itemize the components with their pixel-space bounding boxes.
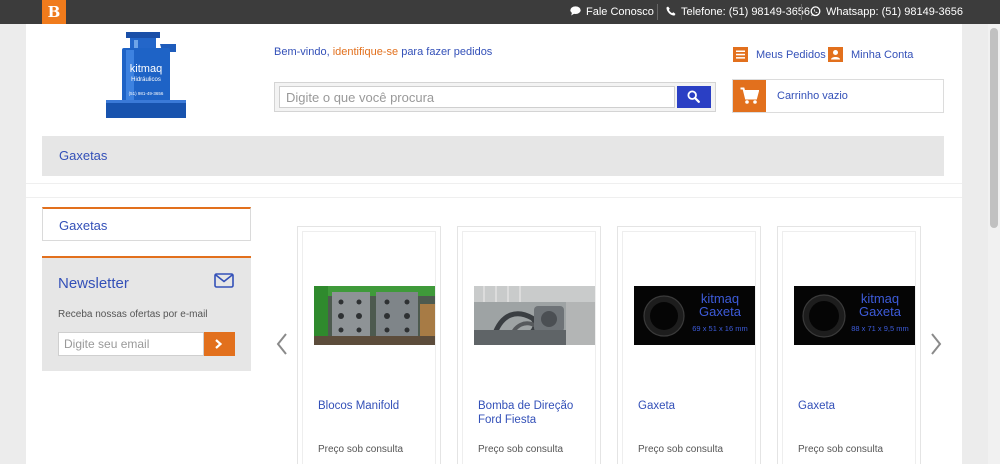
newsletter-email-input[interactable] <box>58 332 204 356</box>
gasket-image-dimensions: 69 x 51 x 16 mm <box>692 324 747 333</box>
product-image-manifold[interactable] <box>314 286 435 345</box>
product-card[interactable]: Blocos Manifold Preço sob consulta <box>297 226 441 464</box>
logo-text-tagline: Hidráulicos <box>131 77 161 83</box>
product-name[interactable]: Bomba de Direção Ford Fiesta <box>478 399 588 427</box>
sidebar-item-gaxetas[interactable]: Gaxetas <box>59 218 107 233</box>
welcome-prefix: Bem-vindo, <box>274 46 333 58</box>
product-card[interactable]: kitmaq Gaxeta 69 x 51 x 16 mm Gaxeta Pre… <box>617 226 761 464</box>
search-bar <box>274 82 716 112</box>
sidebar-category-box: Gaxetas <box>42 207 251 241</box>
product-name[interactable]: Gaxeta <box>798 399 908 413</box>
product-name[interactable]: Blocos Manifold <box>318 399 428 413</box>
contact-link[interactable]: Fale Conosco <box>570 0 654 24</box>
carousel-next-arrow-icon[interactable] <box>930 332 942 356</box>
page-scrollbar[interactable] <box>988 24 1000 464</box>
welcome-message: Bem-vindo, identifique-se para fazer ped… <box>274 46 492 58</box>
gasket-image-label: Gaxeta <box>859 304 902 319</box>
search-button[interactable] <box>677 86 711 108</box>
newsletter-title: Newsletter <box>58 275 129 292</box>
account-link[interactable]: Minha Conta <box>828 46 913 64</box>
phone-label: Telefone: (51) 98149-3656 <box>681 6 811 18</box>
carousel-prev-arrow-icon[interactable] <box>276 332 288 356</box>
product-image-gasket[interactable]: kitmaq Gaxeta 88 x 71 x 9,5 mm <box>794 286 915 345</box>
gasket-image-label: Gaxeta <box>699 304 742 319</box>
cart-widget[interactable]: Carrinho vazio <box>732 79 944 113</box>
chat-icon <box>570 6 581 16</box>
separator <box>801 4 802 20</box>
whatsapp-link[interactable]: Whatsapp: (51) 98149-3656 <box>810 0 963 24</box>
brand-badge[interactable]: B <box>42 0 66 24</box>
phone-link[interactable]: Telefone: (51) 98149-3656 <box>666 0 810 24</box>
orders-list-icon <box>733 46 748 62</box>
shopping-cart-icon <box>740 87 759 104</box>
product-price: Preço sob consulta <box>798 444 884 455</box>
login-link[interactable]: identifique-se <box>333 46 398 58</box>
gasket-image-dimensions: 88 x 71 x 9,5 mm <box>851 324 909 333</box>
category-title: Gaxetas <box>59 148 108 163</box>
page-container: kitmaq Hidráulicos (51) 981-49-3656 Bem-… <box>26 24 962 464</box>
logo-text-phone: (51) 981-49-3656 <box>129 91 164 96</box>
search-input[interactable] <box>279 86 675 108</box>
account-label: Minha Conta <box>851 49 914 61</box>
newsletter-description: Receba nossas ofertas por e-mail <box>58 309 208 320</box>
contact-label: Fale Conosco <box>586 6 654 18</box>
product-card[interactable]: kitmaq Gaxeta 88 x 71 x 9,5 mm Gaxeta Pr… <box>777 226 921 464</box>
cart-label: Carrinho vazio <box>777 90 848 102</box>
orders-label: Meus Pedidos <box>756 49 826 61</box>
product-image-power-steering-pump[interactable] <box>474 286 595 345</box>
phone-icon <box>666 6 676 16</box>
whatsapp-icon <box>810 5 821 16</box>
orders-link[interactable]: Meus Pedidos <box>733 46 826 64</box>
search-icon <box>687 90 700 103</box>
product-card-inner: kitmaq Gaxeta 88 x 71 x 9,5 mm Gaxeta Pr… <box>782 231 916 464</box>
product-name[interactable]: Gaxeta <box>638 399 748 413</box>
mail-icon <box>214 273 234 288</box>
logo-text-brand: kitmaq <box>130 63 162 75</box>
product-price: Preço sob consulta <box>638 444 724 455</box>
product-card[interactable]: Bomba de Direção Ford Fiesta Preço sob c… <box>457 226 601 464</box>
hydraulic-jack-logo-image: kitmaq Hidráulicos (51) 981-49-3656 <box>104 32 188 118</box>
product-price: Preço sob consulta <box>318 444 404 455</box>
scrollbar-thumb[interactable] <box>990 28 998 228</box>
product-card-inner: kitmaq Gaxeta 69 x 51 x 16 mm Gaxeta Pre… <box>622 231 756 464</box>
separator <box>657 4 658 20</box>
store-logo[interactable]: kitmaq Hidráulicos (51) 981-49-3656 <box>104 32 188 118</box>
section-divider <box>26 183 962 198</box>
user-icon <box>828 46 843 62</box>
newsletter-submit-button[interactable] <box>204 332 235 356</box>
cart-icon-box <box>733 80 766 112</box>
top-bar: B Fale Conosco Telefone: (51) 98149-3656… <box>0 0 1000 24</box>
whatsapp-label: Whatsapp: (51) 98149-3656 <box>826 6 963 18</box>
category-header: Gaxetas <box>42 136 944 176</box>
chevron-right-icon <box>215 339 222 349</box>
newsletter-box: Newsletter Receba nossas ofertas por e-m… <box>42 256 251 371</box>
product-card-inner: Blocos Manifold Preço sob consulta <box>302 231 436 464</box>
product-price: Preço sob consulta <box>478 444 564 455</box>
product-image-gasket[interactable]: kitmaq Gaxeta 69 x 51 x 16 mm <box>634 286 755 345</box>
welcome-suffix: para fazer pedidos <box>398 46 493 58</box>
product-card-inner: Bomba de Direção Ford Fiesta Preço sob c… <box>462 231 596 464</box>
